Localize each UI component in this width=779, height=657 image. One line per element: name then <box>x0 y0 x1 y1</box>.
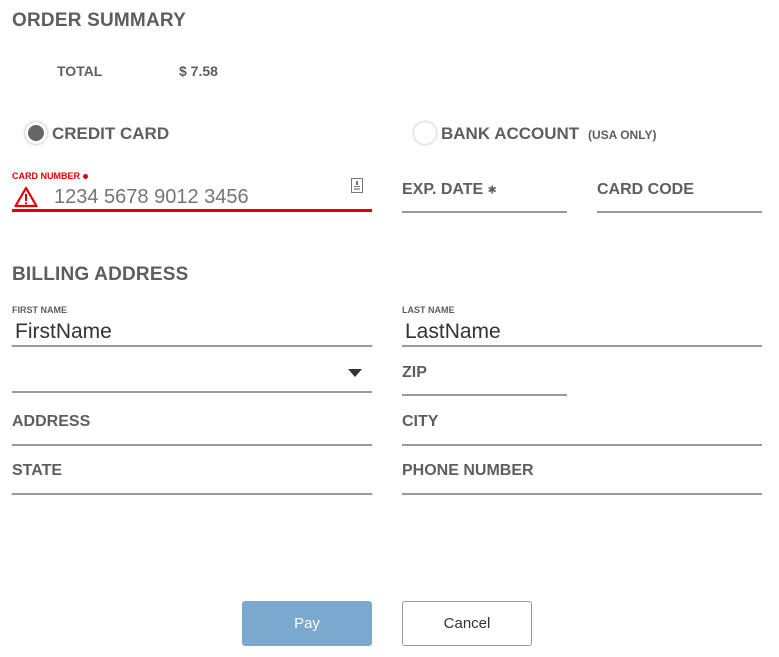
total-value: $ 7.58 <box>179 63 218 79</box>
radio-bank-account[interactable]: BANK ACCOUNT (USA ONLY) <box>414 121 674 147</box>
last-name-label: LAST NAME <box>402 305 455 315</box>
warning-icon <box>14 186 38 208</box>
phone-number-underline <box>402 493 762 495</box>
zip-underline <box>402 394 567 396</box>
city-underline <box>402 444 762 446</box>
chevron-down-icon[interactable] <box>348 369 362 377</box>
last-name-input[interactable] <box>405 319 760 345</box>
country-underline <box>12 391 372 393</box>
exp-date-underline <box>402 211 567 213</box>
required-indicator <box>83 174 88 180</box>
cancel-button[interactable]: Cancel <box>402 601 532 646</box>
last-name-underline <box>402 345 762 347</box>
first-name-input[interactable] <box>15 319 370 345</box>
pay-button[interactable]: Pay <box>242 601 372 646</box>
card-code-input[interactable] <box>597 180 762 212</box>
card-code-underline <box>597 211 762 213</box>
state-underline <box>12 493 372 495</box>
city-input[interactable] <box>402 408 762 444</box>
address-input[interactable] <box>12 408 372 444</box>
state-input[interactable] <box>12 457 372 493</box>
credit-card-label: CREDIT CARD <box>52 124 170 143</box>
card-scan-icon[interactable] <box>351 178 363 193</box>
card-number-label: CARD NUMBER <box>12 171 88 181</box>
radio-checked-icon[interactable] <box>25 122 47 144</box>
country-select[interactable] <box>12 356 372 391</box>
total-label: TOTAL <box>57 63 103 79</box>
first-name-underline <box>12 345 372 347</box>
usa-only-note: (USA ONLY) <box>588 128 657 142</box>
exp-date-input[interactable] <box>402 180 567 212</box>
first-name-label: FIRST NAME <box>12 305 67 315</box>
billing-address-title: BILLING ADDRESS <box>12 264 189 285</box>
radio-credit-card[interactable]: CREDIT CARD <box>25 121 175 147</box>
radio-unchecked-icon[interactable] <box>414 122 436 144</box>
card-number-label-text: CARD NUMBER <box>12 171 80 181</box>
bank-account-label: BANK ACCOUNT <box>441 124 580 143</box>
order-summary-title: ORDER SUMMARY <box>12 10 186 31</box>
card-number-input[interactable] <box>54 184 334 210</box>
zip-input[interactable] <box>402 360 567 394</box>
phone-number-input[interactable] <box>402 457 762 493</box>
address-underline <box>12 444 372 446</box>
card-number-underline <box>12 209 372 212</box>
